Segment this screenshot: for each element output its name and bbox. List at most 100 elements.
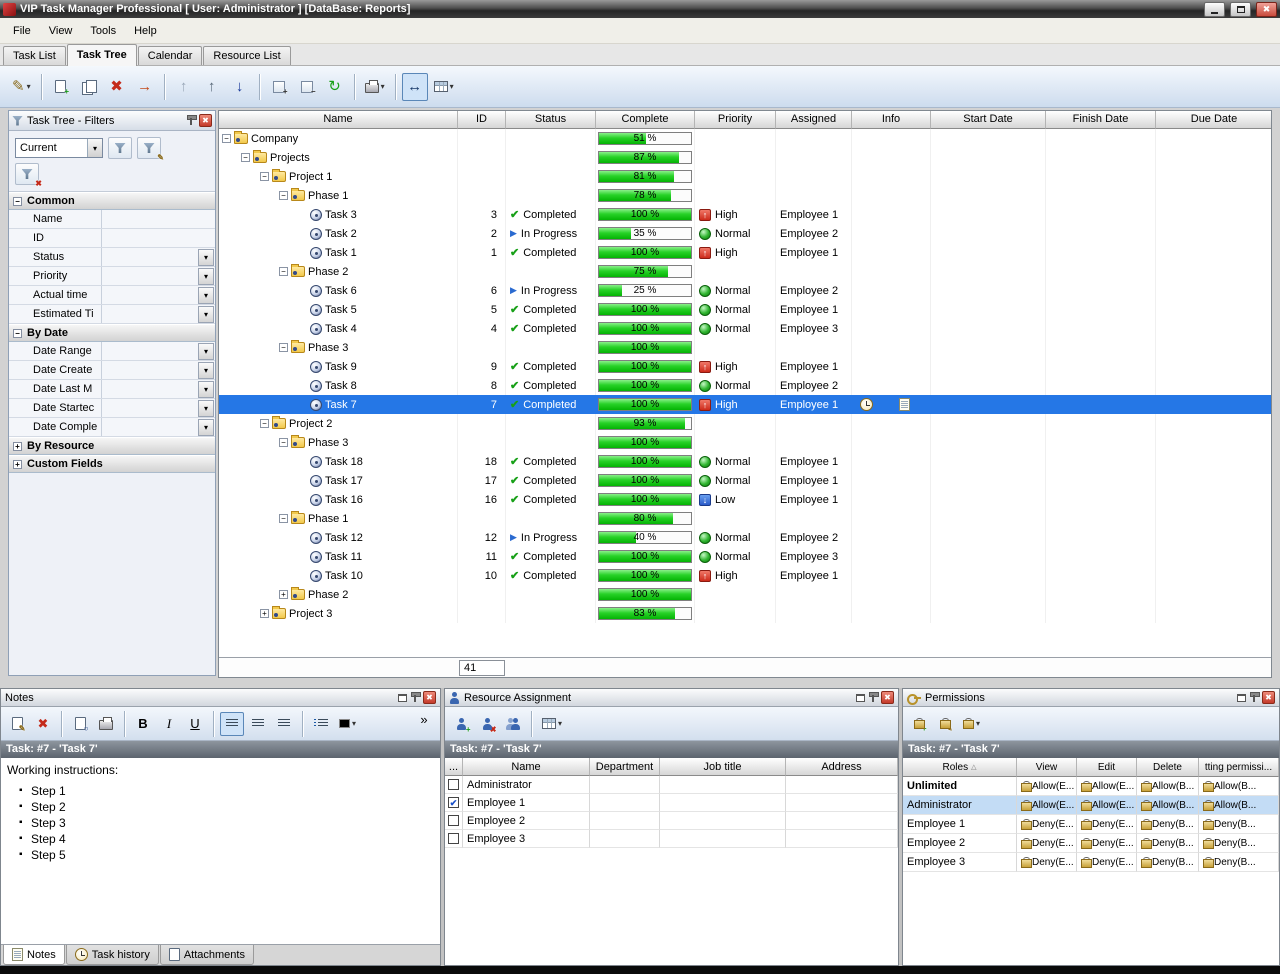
collapse-icon[interactable]: − bbox=[260, 172, 269, 181]
collapse-all-button[interactable]: − bbox=[294, 73, 320, 101]
collapse-icon[interactable]: − bbox=[279, 438, 288, 447]
column-header-complete[interactable]: Complete bbox=[596, 111, 695, 129]
resource-checkbox[interactable] bbox=[448, 815, 459, 826]
group-row[interactable]: −Phase 3100 % bbox=[219, 433, 1271, 452]
task-row[interactable]: Task 1212▶In Progress40 %NormalEmployee … bbox=[219, 528, 1271, 547]
group-row[interactable]: −Company51 % bbox=[219, 129, 1271, 148]
edit-note-button[interactable]: ✎ bbox=[5, 712, 29, 736]
group-row[interactable]: +Project 383 % bbox=[219, 604, 1271, 623]
perm-column-edit[interactable]: Edit bbox=[1077, 758, 1137, 777]
restore-icon[interactable] bbox=[398, 694, 407, 702]
expand-icon[interactable]: + bbox=[13, 442, 22, 451]
filter-section-custom-fields[interactable]: +Custom Fields bbox=[9, 455, 215, 473]
group-row[interactable]: −Phase 275 % bbox=[219, 262, 1271, 281]
filter-section-common[interactable]: −Common bbox=[9, 192, 215, 210]
resource-row[interactable]: Employee 2 bbox=[445, 812, 898, 830]
collapse-icon[interactable]: − bbox=[279, 343, 288, 352]
permissions-menu-button[interactable]: ▾ bbox=[959, 712, 984, 736]
filter-field-estimated-ti[interactable]: Estimated Ti▾ bbox=[9, 305, 215, 324]
tab-resource-list[interactable]: Resource List bbox=[203, 46, 290, 65]
permission-row[interactable]: Employee 3Deny(E...Deny(E...Deny(B...Den… bbox=[903, 853, 1279, 872]
tab-attachments[interactable]: Attachments bbox=[160, 945, 254, 965]
permission-row[interactable]: Employee 2Deny(E...Deny(E...Deny(B...Den… bbox=[903, 834, 1279, 853]
expand-icon[interactable]: + bbox=[13, 460, 22, 469]
minimize-button[interactable] bbox=[1204, 2, 1225, 17]
column-header-status[interactable]: Status bbox=[506, 111, 596, 129]
collapse-icon[interactable]: − bbox=[13, 197, 22, 206]
tab-task-list[interactable]: Task List bbox=[3, 46, 66, 65]
group-row[interactable]: −Phase 3100 % bbox=[219, 338, 1271, 357]
italic-button[interactable]: I bbox=[157, 712, 181, 736]
print-button[interactable] bbox=[94, 712, 118, 736]
tab-calendar[interactable]: Calendar bbox=[138, 46, 203, 65]
filter-field-status[interactable]: Status▾ bbox=[9, 248, 215, 267]
move-down-button[interactable]: ↓ bbox=[227, 73, 253, 101]
filter-field-date-range[interactable]: Date Range▾ bbox=[9, 342, 215, 361]
move-up-button[interactable]: ↑ bbox=[171, 73, 197, 101]
tab-task-history[interactable]: Task history bbox=[66, 945, 159, 965]
group-row[interactable]: −Phase 178 % bbox=[219, 186, 1271, 205]
permission-row[interactable]: Employee 1Deny(E...Deny(E...Deny(B...Den… bbox=[903, 815, 1279, 834]
resource-list-button[interactable] bbox=[501, 712, 525, 736]
perm-column-delete[interactable]: Delete bbox=[1137, 758, 1199, 777]
pin-icon[interactable] bbox=[869, 692, 877, 703]
ra-column-checkbox[interactable]: ... bbox=[445, 758, 463, 776]
new-item-button[interactable]: ✎▾ bbox=[8, 73, 35, 101]
restore-icon[interactable] bbox=[856, 694, 865, 702]
task-row[interactable]: Task 33✔Completed100 %↑HighEmployee 1 bbox=[219, 205, 1271, 224]
maximize-button[interactable] bbox=[1230, 2, 1251, 17]
column-header-id[interactable]: ID bbox=[458, 111, 506, 129]
dropdown-button[interactable]: ▾ bbox=[198, 249, 214, 266]
promote-task-button[interactable]: ↑ bbox=[199, 73, 225, 101]
task-row[interactable]: Task 99✔Completed100 %↑HighEmployee 1 bbox=[219, 357, 1271, 376]
filter-close-button[interactable]: ✖ bbox=[199, 114, 212, 127]
task-row[interactable]: Task 22▶In Progress35 %NormalEmployee 2 bbox=[219, 224, 1271, 243]
column-header-priority[interactable]: Priority bbox=[695, 111, 776, 129]
task-row[interactable]: Task 1111✔Completed100 %NormalEmployee 3 bbox=[219, 547, 1271, 566]
refresh-button[interactable]: ↻ bbox=[322, 73, 348, 101]
close-icon[interactable]: ✖ bbox=[1262, 691, 1275, 704]
dropdown-button[interactable]: ▾ bbox=[198, 400, 214, 417]
filter-field-date-create[interactable]: Date Create▾ bbox=[9, 361, 215, 380]
column-header-due-date[interactable]: Due Date bbox=[1156, 111, 1271, 129]
filter-preset-select[interactable]: Current ▾ bbox=[15, 138, 103, 158]
font-color-button[interactable]: ▾ bbox=[335, 712, 360, 736]
filter-field-id[interactable]: ID bbox=[9, 229, 215, 248]
ra-column-name[interactable]: Name bbox=[463, 758, 590, 776]
task-row[interactable]: Task 66▶In Progress25 %NormalEmployee 2 bbox=[219, 281, 1271, 300]
task-row[interactable]: Task 44✔Completed100 %NormalEmployee 3 bbox=[219, 319, 1271, 338]
task-row[interactable]: Task 1717✔Completed100 %NormalEmployee 1 bbox=[219, 471, 1271, 490]
filter-section-by-resource[interactable]: +By Resource bbox=[9, 437, 215, 455]
align-right-button[interactable] bbox=[272, 712, 296, 736]
print-preview-button[interactable]: ○ bbox=[68, 712, 92, 736]
menu-tools[interactable]: Tools bbox=[81, 21, 125, 41]
dropdown-button[interactable]: ▾ bbox=[198, 343, 214, 360]
group-row[interactable]: −Project 293 % bbox=[219, 414, 1271, 433]
toolbar-overflow-button[interactable]: » bbox=[412, 707, 436, 731]
column-header-info[interactable]: Info bbox=[852, 111, 931, 129]
task-row[interactable]: Task 55✔Completed100 %NormalEmployee 1 bbox=[219, 300, 1271, 319]
expand-icon[interactable]: + bbox=[279, 590, 288, 599]
delete-task-button[interactable]: ✖ bbox=[104, 73, 130, 101]
group-row[interactable]: −Project 181 % bbox=[219, 167, 1271, 186]
columns-button[interactable]: ▾ bbox=[430, 73, 458, 101]
add-subtask-button[interactable] bbox=[76, 73, 102, 101]
column-header-assigned[interactable]: Assigned bbox=[776, 111, 852, 129]
move-task-button[interactable]: → bbox=[132, 73, 158, 101]
filter-field-actual-time[interactable]: Actual time▾ bbox=[9, 286, 215, 305]
bold-button[interactable]: B bbox=[131, 712, 155, 736]
ra-column-address[interactable]: Address bbox=[786, 758, 898, 776]
group-row[interactable]: −Phase 180 % bbox=[219, 509, 1271, 528]
align-left-button[interactable] bbox=[220, 712, 244, 736]
collapse-icon[interactable]: − bbox=[13, 329, 22, 338]
filter-field-name[interactable]: Name bbox=[9, 210, 215, 229]
task-row[interactable]: Task 77✔Completed100 %↑HighEmployee 1 bbox=[219, 395, 1271, 414]
menu-view[interactable]: View bbox=[40, 21, 82, 41]
task-row[interactable]: Task 1616✔Completed100 %↓LowEmployee 1 bbox=[219, 490, 1271, 509]
filter-field-date-last-m[interactable]: Date Last M▾ bbox=[9, 380, 215, 399]
pin-icon[interactable] bbox=[1250, 692, 1258, 703]
collapse-icon[interactable]: − bbox=[279, 191, 288, 200]
grid-options-button[interactable]: ▾ bbox=[538, 712, 566, 736]
collapse-icon[interactable]: − bbox=[260, 419, 269, 428]
pin-icon[interactable] bbox=[187, 115, 195, 126]
